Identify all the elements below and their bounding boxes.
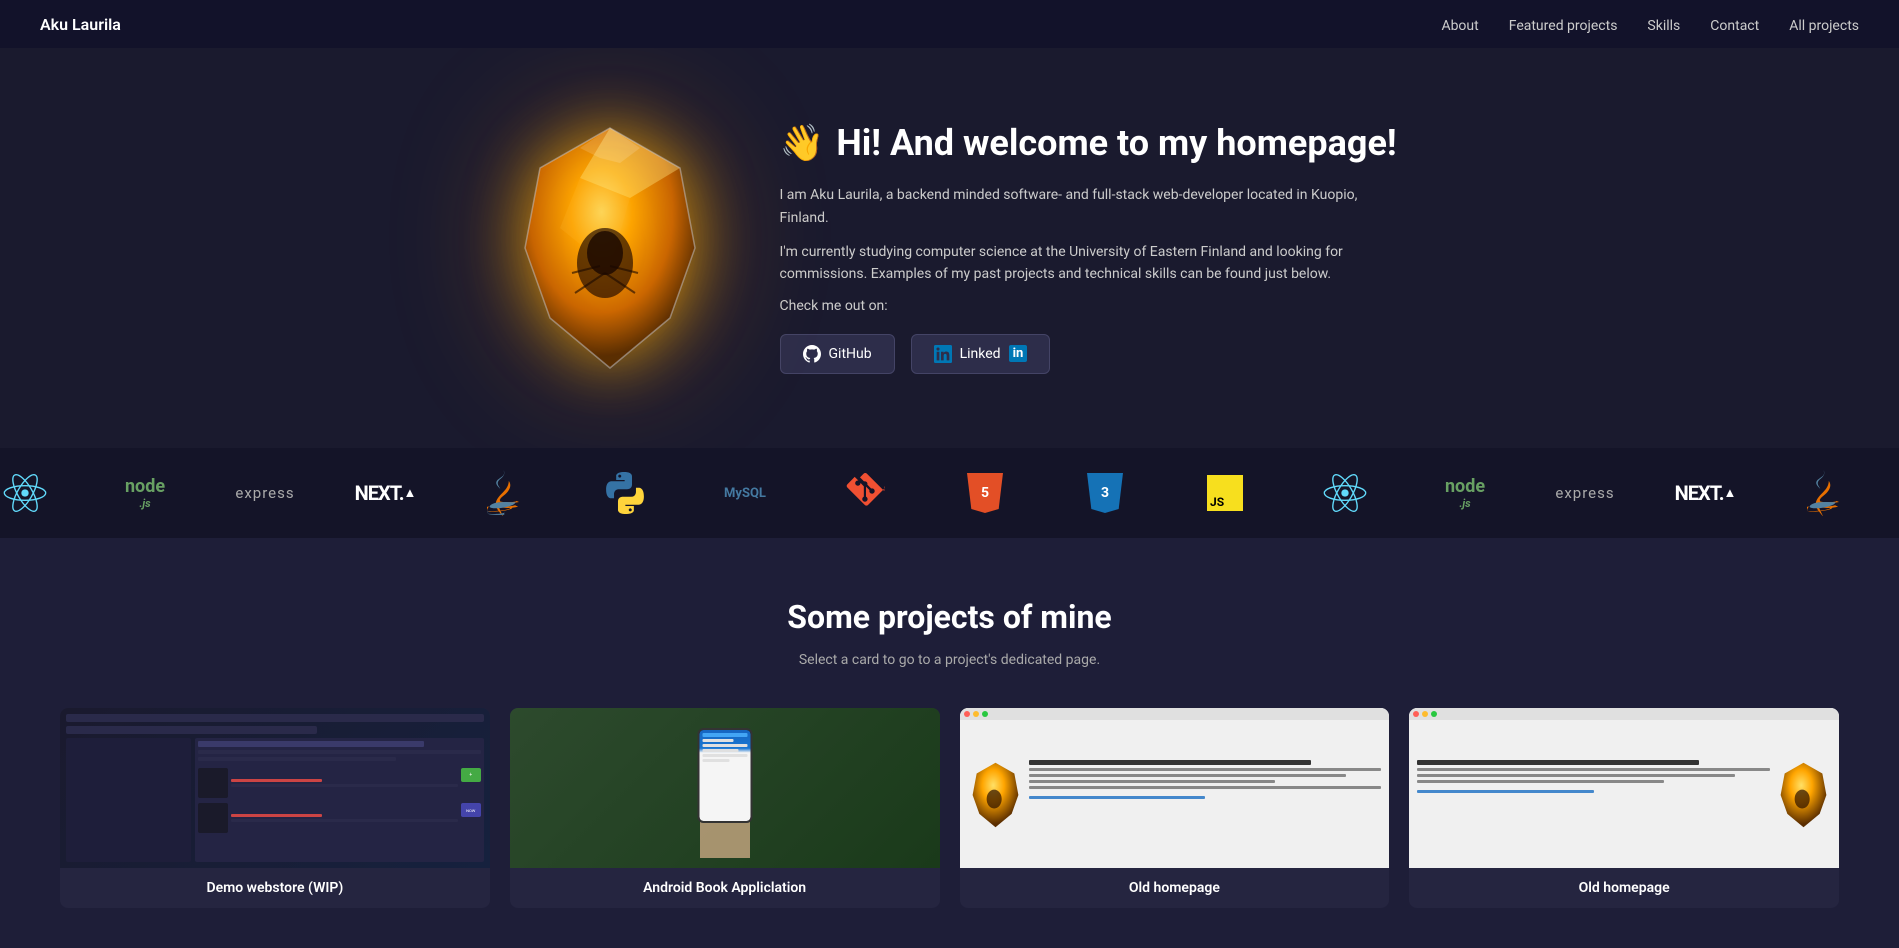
hero-section: 👋 Hi! And welcome to my homepage! I am A… xyxy=(0,48,1899,448)
mysql-icon: MySQL xyxy=(720,468,770,518)
ticker-express: express xyxy=(240,468,290,518)
project-card-4-title: Old homepage xyxy=(1409,868,1839,908)
hero-check-out: Check me out on: xyxy=(780,298,1400,314)
ticker-next-2: NEXT.▲ xyxy=(1680,468,1730,518)
hero-description-2: I'm currently studying computer science … xyxy=(780,241,1400,286)
nav-link-about[interactable]: About xyxy=(1441,18,1478,34)
project-card-3-title: Old homepage xyxy=(960,868,1390,908)
projects-title: Some projects of mine xyxy=(60,598,1839,636)
ticker-java xyxy=(480,468,530,518)
nav-link-all-projects[interactable]: All projects xyxy=(1789,18,1859,34)
ticker-python xyxy=(600,468,650,518)
ticker-nodejs: node .js xyxy=(120,468,170,518)
site-logo[interactable]: Aku Laurila xyxy=(40,15,121,34)
project-card-3[interactable]: Old homepage xyxy=(960,708,1390,908)
nav-link-featured-projects[interactable]: Featured projects xyxy=(1509,18,1618,34)
amber-gem-image xyxy=(510,118,710,378)
ticker-react xyxy=(0,468,50,518)
navbar: Aku Laurila About Featured projects Skills… xyxy=(0,0,1899,48)
hero-buttons: GitHub Linkedin xyxy=(780,334,1400,374)
linkedin-icon xyxy=(934,345,952,363)
ticker-nodejs-2: node .js xyxy=(1440,468,1490,518)
project-card-4-image xyxy=(1409,708,1839,868)
css3-icon: 3 xyxy=(1080,468,1130,518)
nodejs-icon-2: node .js xyxy=(1440,468,1490,518)
express-icon-2: express xyxy=(1560,468,1610,518)
nodejs-icon: node .js xyxy=(120,468,170,518)
git-icon xyxy=(840,468,890,518)
project-card-2-image xyxy=(510,708,940,868)
ticker-mysql: MySQL xyxy=(720,468,770,518)
linkedin-in-badge: in xyxy=(1009,345,1028,362)
wave-emoji: 👋 xyxy=(780,122,825,164)
ticker-next: NEXT.▲ xyxy=(360,468,410,518)
project-card-2[interactable]: Android Book Appliclation xyxy=(510,708,940,908)
project-card-1-title: Demo webstore (WIP) xyxy=(60,868,490,908)
react-icon-2 xyxy=(1320,468,1370,518)
linkedin-button[interactable]: Linkedin xyxy=(911,334,1051,374)
hero-image xyxy=(500,108,720,388)
project-card-1[interactable]: + NOW xyxy=(60,708,490,908)
github-button[interactable]: GitHub xyxy=(780,334,895,374)
tech-ticker: node .js express NEXT.▲ xyxy=(0,448,1899,538)
react-icon xyxy=(0,468,50,518)
project-card-1-image: + NOW xyxy=(60,708,490,868)
project-card-3-image xyxy=(960,708,1390,868)
express-icon: express xyxy=(240,468,290,518)
js-icon: JS xyxy=(1200,468,1250,518)
github-icon xyxy=(803,345,821,363)
projects-section: Some projects of mine Select a card to g… xyxy=(0,538,1899,948)
ticker-express-2: express xyxy=(1560,468,1610,518)
ticker-js: JS xyxy=(1200,468,1250,518)
project-card-4[interactable]: Old homepage xyxy=(1409,708,1839,908)
python-icon xyxy=(600,468,650,518)
hero-title: 👋 Hi! And welcome to my homepage! xyxy=(780,122,1400,164)
ticker-track: node .js express NEXT.▲ xyxy=(0,468,1899,518)
ticker-html5: 5 xyxy=(960,468,1010,518)
projects-grid: + NOW xyxy=(60,708,1839,908)
projects-subtitle: Select a card to go to a project's dedic… xyxy=(60,652,1839,668)
nav-link-contact[interactable]: Contact xyxy=(1710,18,1759,34)
java-icon-2 xyxy=(1800,468,1850,518)
java-icon xyxy=(480,468,530,518)
html5-icon: 5 xyxy=(960,468,1010,518)
ticker-react-2 xyxy=(1320,468,1370,518)
project-card-2-title: Android Book Appliclation xyxy=(510,868,940,908)
ticker-git xyxy=(840,468,890,518)
nav-link-skills[interactable]: Skills xyxy=(1647,18,1680,34)
nav-links: About Featured projects Skills Contact All p… xyxy=(1441,15,1859,34)
hero-content: 👋 Hi! And welcome to my homepage! I am A… xyxy=(780,122,1400,374)
hero-description-1: I am Aku Laurila, a backend minded softw… xyxy=(780,184,1400,229)
ticker-css3: 3 xyxy=(1080,468,1130,518)
next-icon: NEXT.▲ xyxy=(360,468,410,518)
next-icon-2: NEXT.▲ xyxy=(1680,468,1730,518)
ticker-java-2 xyxy=(1800,468,1850,518)
